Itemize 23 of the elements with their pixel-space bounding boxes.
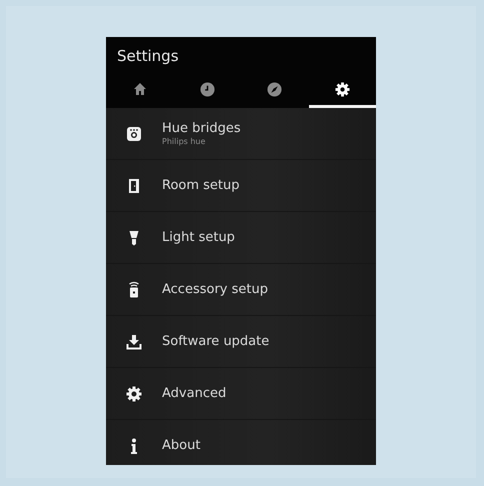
home-icon — [132, 82, 147, 96]
door-icon — [126, 178, 142, 194]
screen-title: Settings — [116, 47, 180, 67]
gear-icon — [126, 386, 142, 402]
settings-item[interactable]: Software update — [106, 316, 376, 368]
item-label: Accessory setup — [162, 282, 268, 297]
settings-item[interactable]: Room setup — [106, 160, 376, 212]
clock-icon — [200, 82, 215, 96]
item-label: Light setup — [162, 230, 235, 245]
item-label: About — [162, 438, 200, 453]
settings-item[interactable]: Hue bridges Philips hue — [106, 108, 376, 160]
settings-item[interactable]: Advanced — [106, 368, 376, 420]
item-label: Software update — [162, 334, 270, 349]
settings-item[interactable]: Accessory setup — [106, 264, 376, 316]
item-label: Room setup — [162, 178, 240, 193]
item-label: Advanced — [162, 386, 226, 401]
settings-item[interactable]: Light setup — [106, 212, 376, 264]
item-sublabel: Philips hue — [162, 137, 206, 146]
item-label: Hue bridges — [162, 121, 241, 136]
settings-icon — [334, 82, 350, 96]
download-icon — [126, 334, 142, 350]
compass-icon — [267, 82, 282, 96]
bridge-icon — [126, 126, 142, 142]
